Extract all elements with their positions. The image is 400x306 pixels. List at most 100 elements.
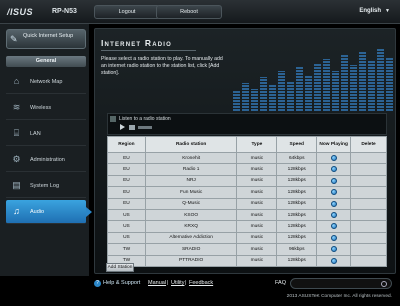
equalizer-bar [323,59,330,111]
cell-type: music [236,151,278,165]
cell-now-playing [316,220,352,233]
table-row: EU Kronehit music 64kbps [107,151,387,165]
utility-link[interactable]: Utility [171,280,184,286]
equalizer-bar [377,49,384,111]
cell-speed: 128kbps [276,220,318,233]
play-station-icon[interactable] [330,177,337,184]
cell-delete [350,208,387,222]
cell-speed: 64kbps [276,151,318,165]
equalizer-bar [233,91,240,111]
cell-speed: 128kbps [276,254,318,267]
cell-station: Q-Music [144,197,238,210]
sidebar-item-label: Network Map [30,79,63,85]
faq-search-input[interactable] [290,278,392,289]
table-row: US KRXQ music 128kbps [107,220,387,233]
add-station-button[interactable]: Add Station [106,263,134,272]
equalizer-bar [386,57,393,111]
equalizer-bar [260,77,267,111]
sidebar-item-system-log[interactable]: ▤ System Log [6,174,86,198]
cell-type: music [236,197,278,210]
table-row: US KSOO music 128kbps [107,208,387,222]
cell-now-playing [316,186,352,199]
radio-player: Listen to a radio station [107,113,387,135]
table-row: TW SRADIO music 96kbps [107,243,387,256]
cell-type: music [236,220,278,233]
main-panel: Internet Radio Please select a radio sta… [94,28,396,274]
reboot-button[interactable]: Reboot [156,5,222,19]
footer: ? Help & Support Manual | Utility | Feedb… [0,276,400,306]
column-header-now-playing: Now Playing [316,136,352,153]
feedback-link[interactable]: Feedback [189,280,213,286]
table-row: EU NRJ music 128kbps [107,174,387,188]
cell-now-playing [316,208,352,222]
table-row: EU Fun Music music 128kbps [107,186,387,199]
sidebar-item-label: Administration [30,157,65,163]
sidebar: ✎ Quick Internet Setup General ⌂ Network… [0,24,92,282]
equalizer-bar [287,81,294,111]
title-divider [101,50,196,51]
sidebar-item-wireless[interactable]: ≋ Wireless [6,96,86,120]
table-row: US Alternative Addiction music 128kbps [107,231,387,245]
cell-station: PTTRADIO [144,254,238,267]
play-station-icon[interactable] [330,200,337,207]
play-icon[interactable] [120,124,125,130]
equalizer-bar [278,71,285,111]
search-icon[interactable] [381,281,387,287]
table-row: EU Q-Music music 128kbps [107,197,387,210]
play-station-icon[interactable] [330,257,337,264]
play-station-icon[interactable] [330,212,337,219]
player-label: Listen to a radio station [119,116,171,122]
play-station-icon[interactable] [330,246,337,253]
equalizer-bar [269,85,276,111]
footer-separator: | [185,280,187,286]
cell-speed: 128kbps [276,163,318,176]
language-select[interactable]: English ▼ [359,8,390,14]
volume-slider[interactable] [138,126,152,129]
logout-button[interactable]: Logout [94,5,160,19]
cell-delete [350,254,387,267]
volume-icon[interactable] [129,125,135,130]
cell-region: EU [107,197,146,210]
cell-station: Fun Music [144,186,238,199]
equalizer-bar [251,89,258,111]
column-header-speed: Speed [276,136,318,153]
cell-type: music [236,254,278,267]
sidebar-item-network-map[interactable]: ⌂ Network Map [6,70,86,94]
column-header-type: Type [236,136,278,153]
cell-now-playing [316,231,352,245]
play-station-icon[interactable] [330,234,337,241]
cell-delete [350,243,387,256]
table-header-row: Region Radio station Type Speed Now Play… [107,136,387,153]
page-title: Internet Radio [101,38,172,48]
sidebar-item-label: Audio [30,209,45,215]
asus-logo: /ISUS [7,7,34,17]
radio-icon [110,116,116,122]
cell-delete [350,163,387,176]
cell-now-playing [316,174,352,188]
quick-internet-setup-button[interactable]: ✎ Quick Internet Setup [6,29,86,49]
page-description: Please select a radio station to play. T… [101,56,223,76]
equalizer-bar [314,63,321,111]
cell-region: EU [107,151,146,165]
cell-type: music [236,186,278,199]
cell-region: EU [107,163,146,176]
play-station-icon[interactable] [330,223,337,230]
cell-delete [350,220,387,233]
sidebar-item-lan[interactable]: ⌸ LAN [6,122,86,146]
play-station-icon[interactable] [330,166,337,173]
cell-station: Radio 1 [144,163,238,176]
wireless-icon: ≋ [12,102,21,112]
cell-delete [350,197,387,210]
play-station-icon[interactable] [330,189,337,196]
cell-region: US [107,231,146,245]
sidebar-item-administration[interactable]: ⚙ Administration [6,148,86,172]
equalizer-bar [296,67,303,111]
cell-type: music [236,231,278,245]
quick-setup-label: Quick Internet Setup [23,33,74,39]
cell-delete [350,186,387,199]
play-station-icon[interactable] [330,155,337,162]
manual-link[interactable]: Manual [148,280,166,286]
help-support[interactable]: ? Help & Support [94,280,140,287]
cell-station: SRADIO [144,243,238,256]
sidebar-item-audio[interactable]: ♫ Audio [6,200,92,224]
